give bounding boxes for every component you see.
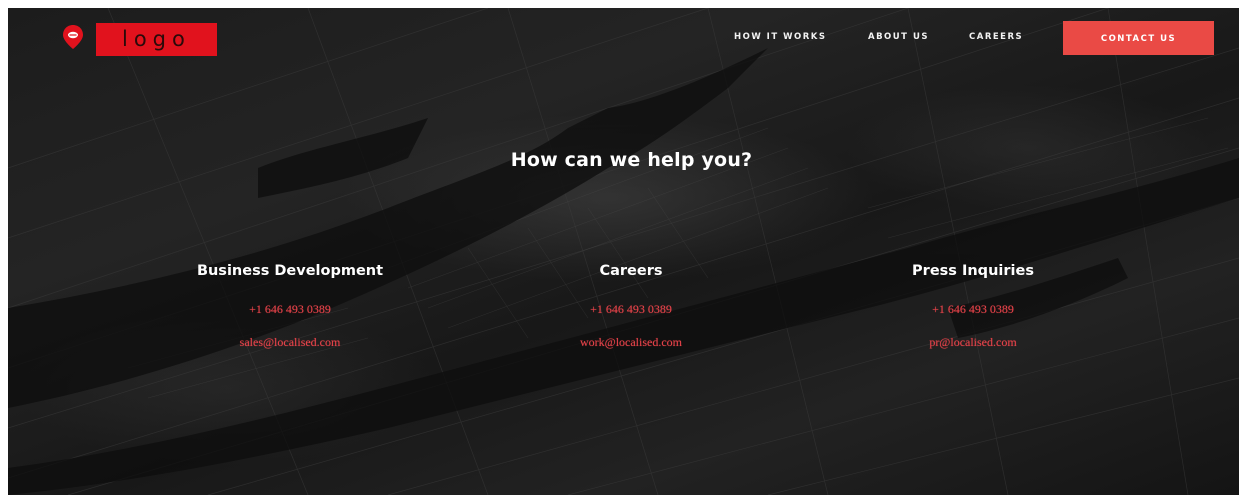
nav-careers[interactable]: CAREERS [969, 32, 1023, 42]
email-link[interactable]: pr@localised.com [823, 335, 1123, 349]
map-pin-icon[interactable] [60, 24, 86, 50]
contact-column-careers: Careers +1 646 493 0389 work@localised.c… [481, 262, 781, 349]
page-headline: How can we help you? [510, 149, 753, 171]
hero-section: logo HOW IT WORKS ABOUT US CAREERS CONTA… [8, 8, 1239, 495]
contact-column-business-development: Business Development +1 646 493 0389 sal… [140, 262, 440, 349]
contact-us-button[interactable]: CONTACT US [1063, 21, 1214, 55]
contact-column-press-inquiries: Press Inquiries +1 646 493 0389 pr@local… [823, 262, 1123, 349]
logo[interactable]: logo [96, 23, 217, 56]
phone-link[interactable]: +1 646 493 0389 [140, 302, 440, 316]
phone-link[interactable]: +1 646 493 0389 [481, 302, 781, 316]
column-title: Press Inquiries [912, 263, 1034, 279]
city-map-background [8, 8, 1239, 495]
nav-about-us[interactable]: ABOUT US [868, 32, 929, 42]
column-title: Business Development [196, 263, 384, 279]
phone-link[interactable]: +1 646 493 0389 [823, 302, 1123, 316]
email-link[interactable]: sales@localised.com [140, 335, 440, 349]
email-link[interactable]: work@localised.com [481, 335, 781, 349]
column-title: Careers [599, 263, 663, 279]
nav-how-it-works[interactable]: HOW IT WORKS [734, 32, 826, 42]
